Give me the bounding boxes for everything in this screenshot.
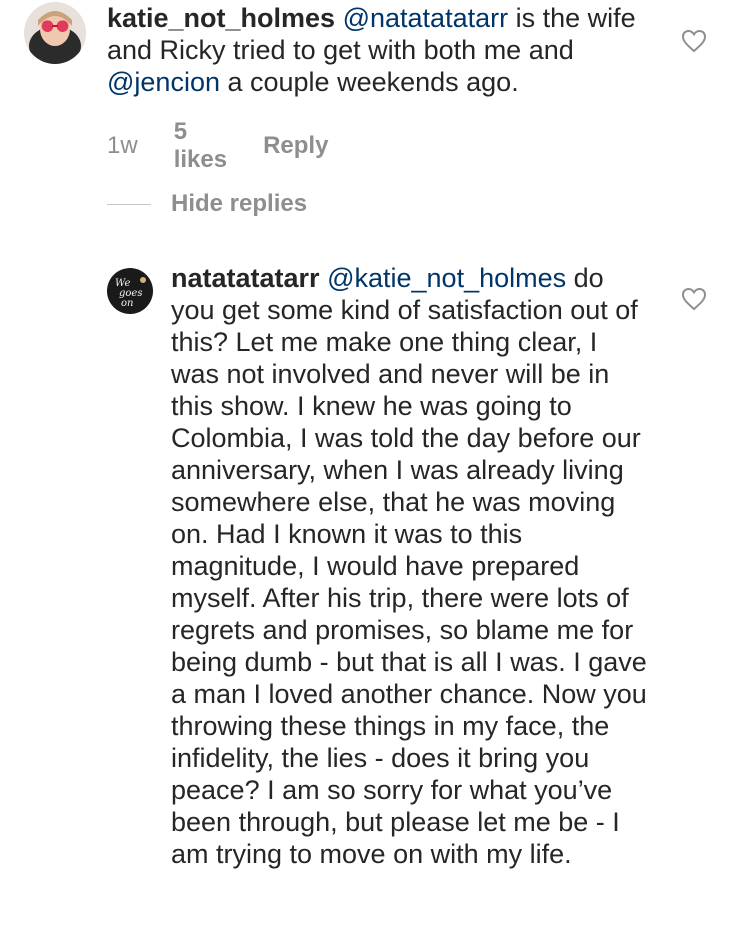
mention-link[interactable]: @natatatatarr [343,3,509,33]
avatar-natatatatarr-image: We goes on [107,268,153,314]
divider-line [107,203,151,205]
svg-text:on: on [121,298,133,309]
comment-likes[interactable]: 5 likes [174,118,227,174]
like-button[interactable] [681,29,707,53]
hide-replies-label: Hide replies [171,190,308,217]
like-button[interactable] [681,287,707,311]
reply-button[interactable]: Reply [263,132,328,160]
mention-link[interactable]: @katie_not_holmes [327,263,566,293]
mention-link[interactable]: @jencion [107,67,220,97]
avatar-natatatatarr[interactable]: We goes on [107,268,153,314]
comment-time: 1w [107,132,138,159]
comment-meta: 1w 5 likes Reply [107,118,328,174]
heart-outline-icon [681,29,707,53]
comment-body: do you get some kind of satisfaction out… [171,263,647,869]
comment-natatatatarr-text: natatatatarr @katie_not_holmes do you ge… [171,262,651,870]
hide-replies-button[interactable]: Hide replies [107,190,307,218]
heart-outline-icon [681,287,707,311]
comment-username[interactable]: natatatatarr [171,263,320,293]
comment-katie-text: katie_not_holmes @natatatatarr is the wi… [107,2,667,98]
comment-body: a couple weekends ago. [219,67,519,97]
avatar-katie-image [24,2,86,64]
comment-username[interactable]: katie_not_holmes [107,3,335,33]
avatar-katie[interactable] [24,2,86,64]
